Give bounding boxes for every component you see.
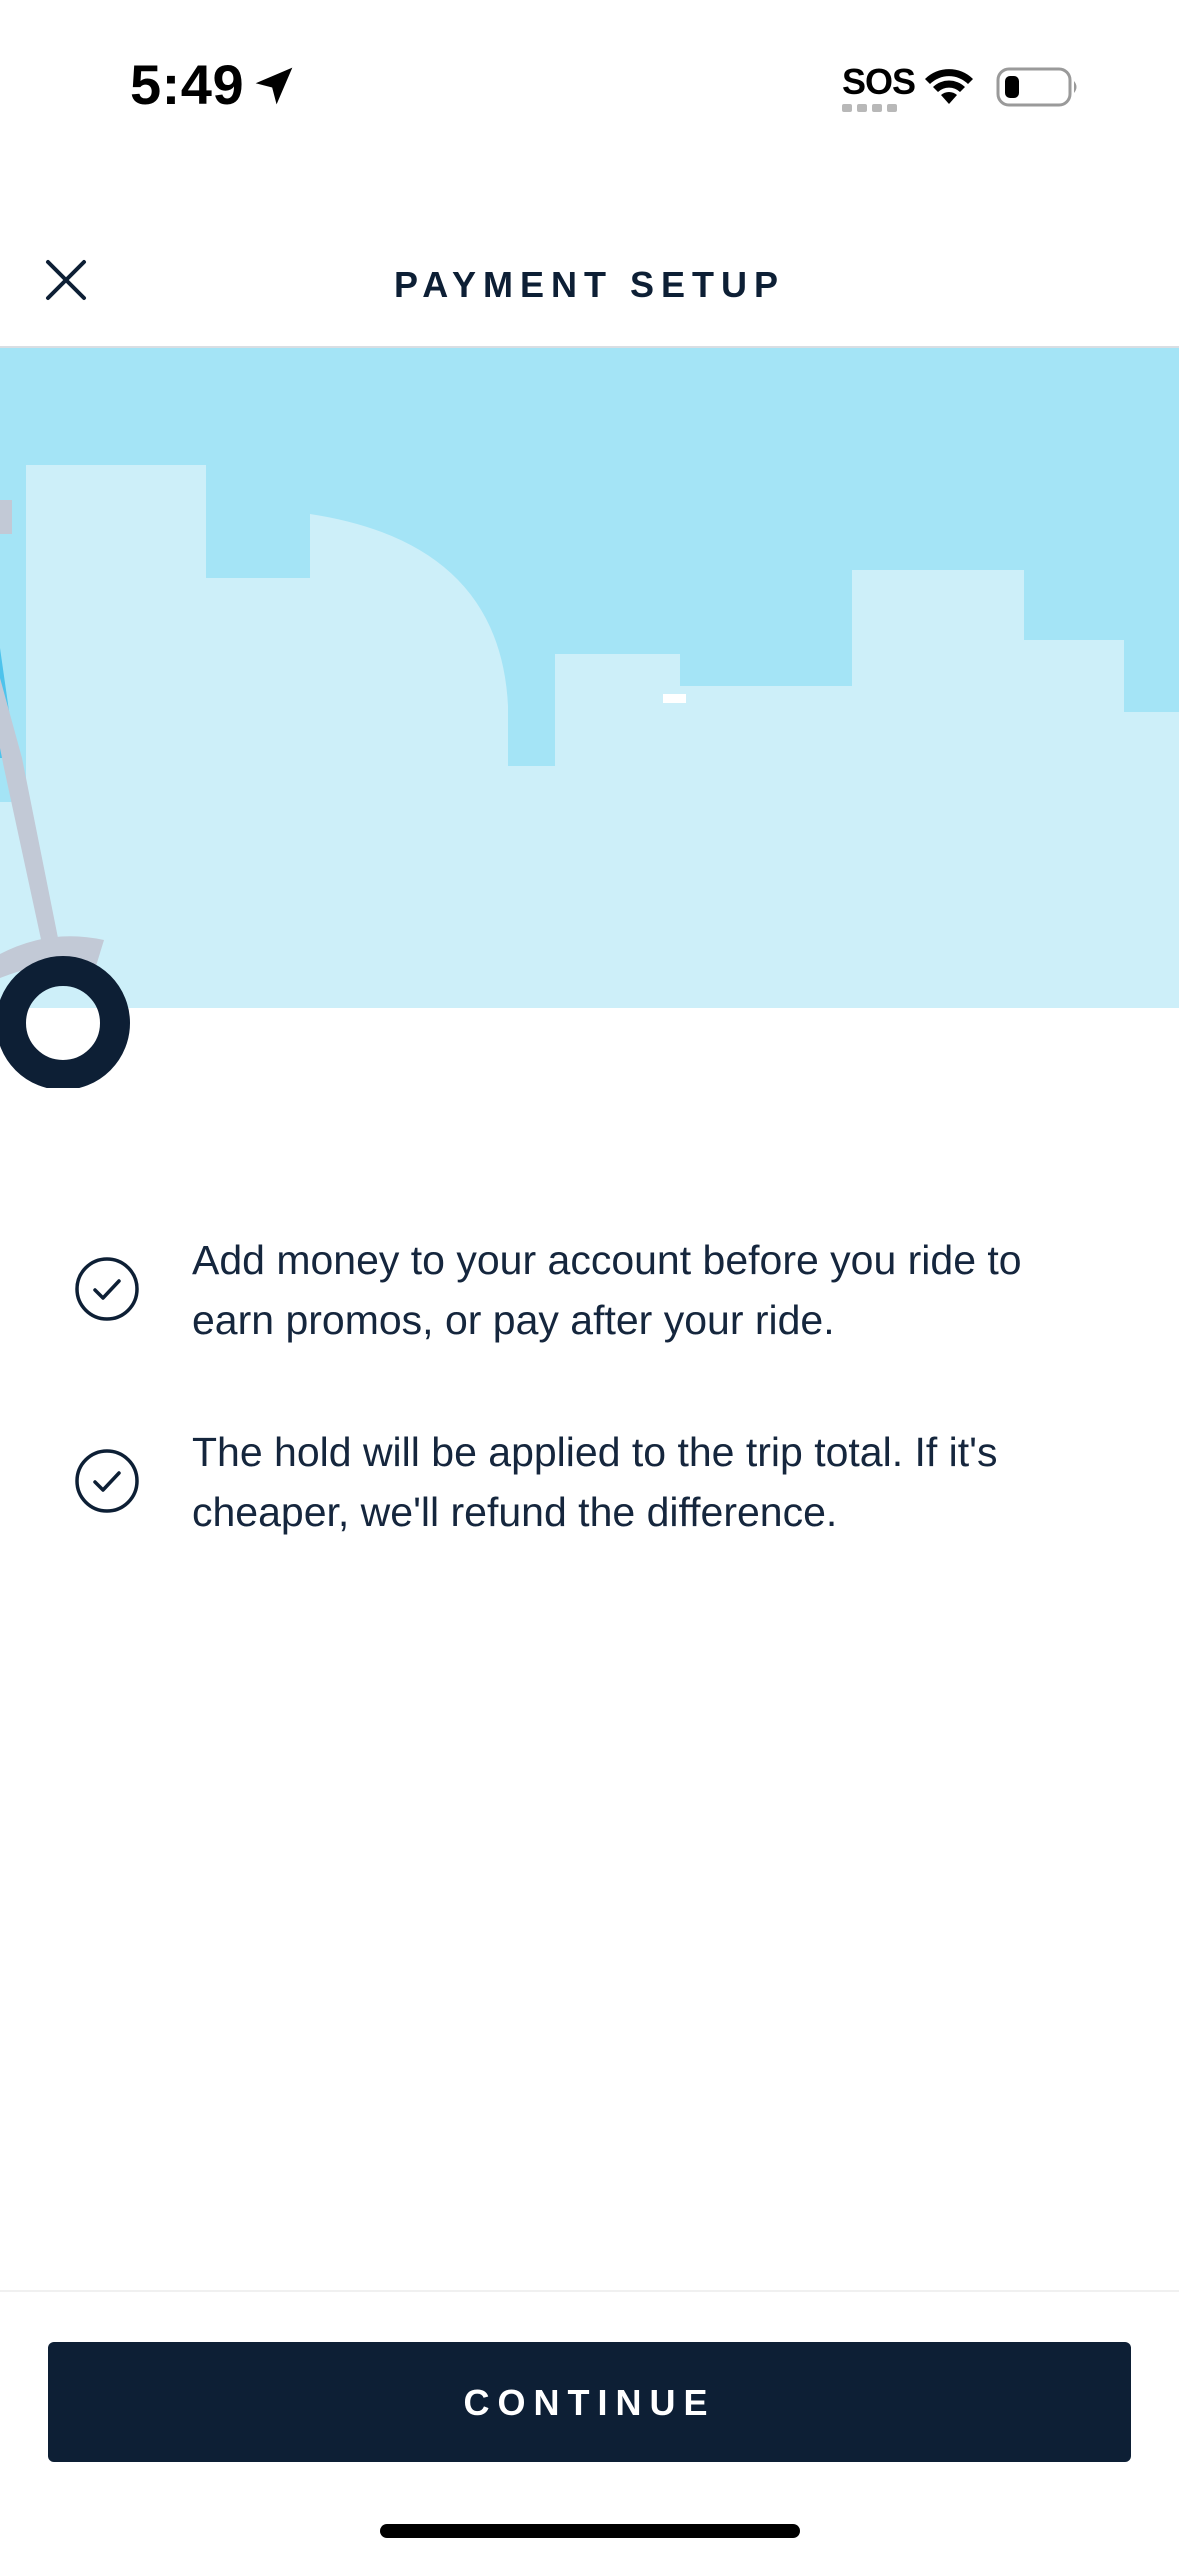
page-title: PAYMENT SETUP — [393, 264, 786, 305]
sos-indicator: SOS — [842, 61, 916, 118]
list-item-text: The hold will be applied to the trip tot… — [192, 1429, 998, 1535]
footer: CONTINUE — [0, 2290, 1179, 2556]
list-item: Add money to your account before you rid… — [0, 1230, 1179, 1422]
home-indicator[interactable] — [380, 2524, 800, 2538]
city-scooter-illustration — [0, 348, 1179, 1088]
wifi-icon — [925, 69, 973, 104]
status-time: 5:49 — [130, 53, 245, 116]
benefits-list: Add money to your account before you rid… — [0, 1230, 1179, 1614]
sos-label: SOS — [842, 61, 916, 102]
location-arrow-icon — [255, 67, 293, 105]
continue-button[interactable]: CONTINUE — [48, 2342, 1131, 2462]
battery-icon — [996, 67, 1077, 107]
signal-dots — [842, 104, 906, 112]
status-bar: 5:49 SOS — [0, 0, 1179, 170]
payment-setup-screen: 5:49 SOS PAYMENT SETUP Add money to your… — [0, 0, 1179, 2556]
list-item: The hold will be applied to the trip tot… — [0, 1422, 1179, 1614]
skyline-graphic — [0, 348, 1179, 1088]
check-circle-icon — [75, 1449, 139, 1513]
check-circle-icon — [75, 1257, 139, 1321]
list-item-text: Add money to your account before you rid… — [192, 1237, 1022, 1343]
nav-header: PAYMENT SETUP — [0, 170, 1179, 348]
